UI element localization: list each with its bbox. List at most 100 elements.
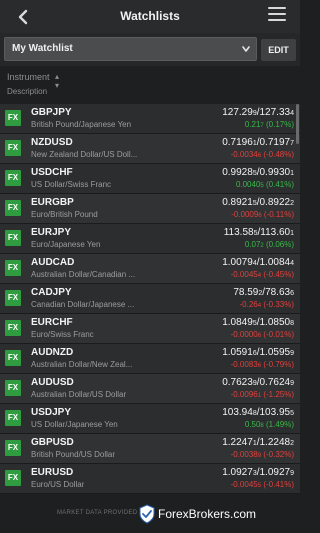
footer: MARKET DATA PROVIDED ForexBrokers.com	[0, 500, 300, 533]
price-change: -0.00455 (-0.41%)	[231, 480, 294, 489]
bid-price: 113.58	[223, 227, 254, 238]
instrument-symbol: USDJPY	[31, 407, 72, 418]
ask-pip: 5	[290, 410, 294, 417]
instrument-column-label[interactable]: Instrument	[7, 72, 50, 82]
change-pip: 4	[257, 303, 262, 309]
watchlist-select[interactable]: My Watchlist	[4, 37, 257, 61]
change-pip: 5	[260, 183, 264, 189]
change-percent: (-0.01%)	[263, 330, 294, 339]
bid-ask-quote: 1.22471/1.22482	[222, 437, 294, 448]
ask-pip: 4	[290, 110, 294, 117]
ask-pip: 6	[290, 290, 294, 297]
watchlist-row[interactable]: FX AUDCAD Australian Dollar/Canadian ... 1.…	[0, 254, 300, 284]
watchlist-row[interactable]: FX CADJPY Canadian Dollar/Japanese ... 78.5…	[0, 284, 300, 314]
instrument-description: New Zealand Dollar/US Doll...	[31, 150, 138, 159]
instrument-symbol: EURJPY	[31, 227, 72, 238]
change-value: 0.07	[244, 240, 261, 249]
top-bar: Watchlists	[0, 0, 300, 33]
fx-badge: FX	[5, 470, 21, 486]
fx-badge: FX	[5, 410, 21, 426]
bid-pip: 5	[252, 320, 257, 327]
instrument-description: US Dollar/Swiss Franc	[31, 180, 112, 189]
bid-ask-quote: 0.99285/0.99301	[222, 167, 294, 178]
change-value: -0.0096	[230, 390, 258, 399]
ask-price: 78.63	[265, 287, 291, 298]
watchlist-row[interactable]: FX EURUSD Euro/US Dollar 1.09273/1.09279 -0.…	[0, 464, 300, 494]
instrument-description: Euro/Swiss Franc	[31, 330, 94, 339]
bid-price: 1.2247	[222, 437, 253, 448]
ask-pip: 9	[290, 350, 294, 357]
watchlist-row[interactable]: FX GBPUSD British Pound/US Dollar 1.22471/1…	[0, 434, 300, 464]
change-percent: (-0.32%)	[263, 450, 294, 459]
bid-ask-quote: 0.89215/0.89222	[222, 197, 294, 208]
chevron-down-icon	[242, 46, 250, 52]
watchlist-row[interactable]: FX EURGBP Euro/British Pound 0.89215/0.8922…	[0, 194, 300, 224]
price-change: -0.264 (-0.33%)	[240, 300, 295, 309]
change-pip: 6	[257, 363, 262, 369]
ask-pip: 9	[290, 470, 294, 477]
instrument-symbol: EURUSD	[31, 467, 74, 478]
change-percent: (0.41%)	[265, 180, 294, 189]
change-value: -0.0045	[230, 480, 258, 489]
bid-price: 0.7196	[222, 137, 253, 148]
change-value: -0.0038	[230, 450, 258, 459]
price-change: 0.508 (1.49%)	[245, 420, 294, 429]
scrollbar[interactable]	[296, 104, 299, 144]
price-change: -0.00454 (-0.45%)	[231, 270, 294, 279]
watchlist-select-value: My Watchlist	[12, 43, 73, 54]
change-value: -0.0045	[230, 270, 258, 279]
bid-price: 78.59	[233, 287, 259, 298]
change-percent: (0.17%)	[265, 120, 294, 129]
change-percent: (-0.48%)	[263, 150, 294, 159]
bid-ask-quote: 78.592/78.636	[233, 287, 294, 298]
instrument-description: Australian Dollar/Canadian ...	[31, 270, 136, 279]
price-change: 0.217 (0.17%)	[245, 120, 294, 129]
watchlist-row[interactable]: FX GBPJPY British Pound/Japanese Yen 127.29…	[0, 104, 300, 134]
watchlist-row[interactable]: FX AUDNZD Australian Dollar/New Zeal... 1.0…	[0, 344, 300, 374]
change-pip: 8	[260, 423, 264, 429]
watchlist-row[interactable]: FX USDJPY US Dollar/Japanese Yen 103.948/10…	[0, 404, 300, 434]
ask-price: 113.60	[260, 227, 291, 238]
instrument-description: Euro/Japanese Yen	[31, 240, 101, 249]
bid-price: 1.0849	[222, 317, 253, 328]
bid-ask-quote: 1.05916/1.05959	[222, 347, 294, 358]
watchlist-row[interactable]: FX AUDUSD Australian Dollar/US Dollar 0.762…	[0, 374, 300, 404]
price-change: 0.072 (0.06%)	[245, 240, 294, 249]
instrument-symbol: GBPUSD	[31, 437, 74, 448]
watchlist-row[interactable]: FX USDCHF US Dollar/Swiss Franc 0.99285/0.9…	[0, 164, 300, 194]
instrument-description: Australian Dollar/New Zeal...	[31, 360, 133, 369]
watchlist-row[interactable]: FX EURCHF Euro/Swiss Franc 1.08495/1.08508-…	[0, 314, 300, 344]
edit-button[interactable]: EDIT	[261, 39, 296, 61]
bid-ask-quote: 1.00794/1.00844	[222, 257, 294, 268]
ask-pip: 1	[290, 230, 294, 237]
bid-price: 0.8921	[222, 197, 253, 208]
ask-price: 127.33	[259, 107, 291, 118]
bid-pip: 4	[252, 260, 257, 267]
ask-price: 1.0850	[259, 317, 291, 328]
change-pip: 1	[257, 393, 262, 399]
bid-ask-quote: 0.71961/0.71977	[222, 137, 294, 148]
hamburger-menu-icon[interactable]	[268, 7, 286, 21]
watchlist-row[interactable]: FX EURJPY Euro/Japanese Yen 113.585/113.601…	[0, 224, 300, 254]
sort-icon[interactable]: ▴ ▾	[55, 72, 59, 90]
market-data-provided-label: MARKET DATA PROVIDED	[57, 510, 138, 516]
instrument-symbol: USDCHF	[31, 167, 73, 178]
change-pip: 6	[258, 213, 262, 219]
bid-pip: 5	[252, 170, 257, 177]
ask-price: 1.2248	[259, 437, 291, 448]
instrument-symbol: EURGBP	[31, 197, 74, 208]
bid-price: 1.0927	[222, 467, 253, 478]
bid-price: 103.94	[222, 407, 253, 418]
instrument-symbol: GBPJPY	[31, 107, 72, 118]
bid-pip: 6	[252, 350, 257, 357]
price-change: -0.00836 (-0.79%)	[231, 360, 294, 369]
fx-badge: FX	[5, 440, 21, 456]
bid-price: 1.0079	[222, 257, 253, 268]
change-value: -0.0000	[230, 330, 258, 339]
fx-badge: FX	[5, 350, 21, 366]
price-change: -0.00389 (-0.32%)	[231, 450, 294, 459]
change-percent: (-1.25%)	[263, 390, 294, 399]
watchlist-row[interactable]: FX NZDUSD New Zealand Dollar/US Doll... 0.7…	[0, 134, 300, 164]
instrument-description: Euro/British Pound	[31, 210, 98, 219]
instrument-symbol: AUDNZD	[31, 347, 74, 358]
